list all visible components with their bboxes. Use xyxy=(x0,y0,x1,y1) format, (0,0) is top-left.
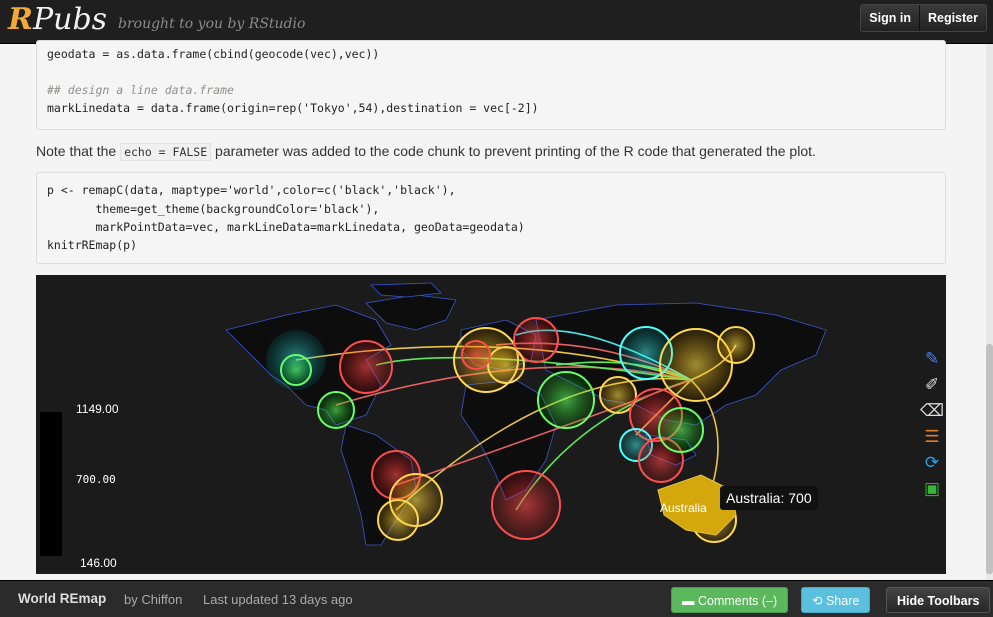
world-remap-chart[interactable]: 1149.00 700.00 146.00 Australia Australi… xyxy=(36,275,946,574)
auth-buttons: Sign in Register xyxy=(860,4,987,32)
legend-bar[interactable] xyxy=(40,412,62,556)
restore-icon[interactable]: ⟳ xyxy=(922,453,942,473)
comment-icon: ▬ xyxy=(682,594,695,608)
logo-r: R xyxy=(8,2,33,37)
hide-toolbars-button[interactable]: Hide Toolbars xyxy=(886,587,991,613)
code-block-geodata: geodata = as.data.frame(cbind(geocode(ve… xyxy=(36,40,946,130)
share-button[interactable]: ⟲ Share xyxy=(801,587,871,613)
code-line: markPointData=vec, markLineData=markLine… xyxy=(47,220,525,234)
last-updated-text: Last updated 13 days ago xyxy=(203,592,353,607)
legend-max-label: 1149.00 xyxy=(76,402,119,416)
note-paragraph: Note that the echo = FALSE parameter was… xyxy=(36,143,816,161)
register-button[interactable]: Register xyxy=(918,5,986,31)
world-map-graphic xyxy=(225,282,827,546)
code-line: p <- remapC(data, maptype='world',color=… xyxy=(47,183,456,197)
legend-mid-label: 700.00 xyxy=(76,473,116,486)
tagline: brought to you by RStudio xyxy=(118,16,306,32)
note-text: parameter was added to the code chunk to… xyxy=(215,143,816,159)
code-line: knitrREmap(p) xyxy=(47,238,138,252)
inline-code: echo = FALSE xyxy=(120,143,212,161)
share-label: Share xyxy=(825,594,860,608)
save-icon[interactable]: ▣ xyxy=(922,479,942,499)
chart-toolbox: ✎ ✐ ⌫ ☰ ⟳ ▣ xyxy=(920,349,944,505)
document-title[interactable]: World REmap xyxy=(18,591,106,606)
code-line: theme=get_theme(backgroundColor='black')… xyxy=(47,202,380,216)
scrollbar-thumb[interactable] xyxy=(986,344,993,574)
data-view-icon[interactable]: ☰ xyxy=(922,427,942,447)
sign-in-button[interactable]: Sign in xyxy=(861,5,919,31)
note-text: Note that the xyxy=(36,143,117,159)
mark-icon[interactable]: ✎ xyxy=(922,349,942,369)
code-comment: ## design a line data.frame xyxy=(47,83,234,97)
code-block-remap: p <- remapC(data, maptype='world',color=… xyxy=(36,172,946,264)
rpubs-logo[interactable]: RPubs xyxy=(8,2,107,37)
clear-icon[interactable]: ⌫ xyxy=(920,401,944,421)
author-text: by Chiffon xyxy=(124,592,183,607)
legend-min-label: 146.00 xyxy=(80,556,117,570)
australia-region-label: Australia xyxy=(660,501,707,515)
bottom-toolbar: World REmap by Chiffon Last updated 13 d… xyxy=(0,580,993,617)
code-line: markLinedata = data.frame(origin=rep('To… xyxy=(47,101,539,115)
top-bar: RPubs brought to you by RStudio Sign in … xyxy=(0,0,993,44)
erase-icon[interactable]: ✐ xyxy=(922,375,942,395)
logo-text: Pubs xyxy=(32,2,108,37)
code-line: geodata = as.data.frame(cbind(geocode(ve… xyxy=(47,47,380,61)
comments-label: Comments (–) xyxy=(697,594,778,608)
map-tooltip: Australia: 700 xyxy=(720,486,818,510)
share-icon: ⟲ xyxy=(812,594,823,608)
page-scrollbar[interactable] xyxy=(986,44,993,581)
comments-button[interactable]: ▬ Comments (–) xyxy=(671,587,789,613)
